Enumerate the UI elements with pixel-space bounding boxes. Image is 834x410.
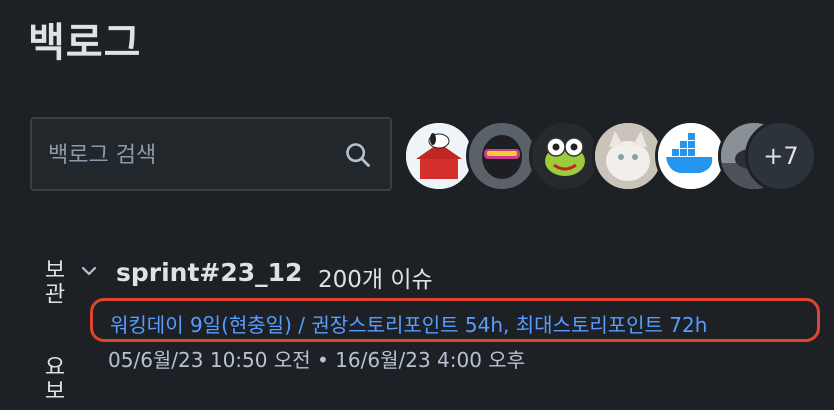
sprint-dates: 05/6월/23 10:50 오전 • 16/6월/23 4:00 오후 [108,348,526,372]
frog-avatar[interactable] [529,120,601,192]
snoopy-avatar[interactable] [403,120,475,192]
sprint-name[interactable]: sprint#23_12 [116,258,302,287]
docker-avatar[interactable] [655,120,727,192]
side-tag-bottom: 요보 [40,355,65,403]
more-avatars-button[interactable]: +7 [745,120,817,192]
cat-avatar[interactable] [592,120,664,192]
sprint-goal[interactable]: 워킹데이 9일(현충일) / 권장스토리포인트 54h, 최대스토리포인트 72… [110,309,707,338]
side-tag-top: 보관 [40,258,65,306]
issue-count: 200개 이슈 [318,267,433,293]
sprint-goal-highlight: 워킹데이 9일(현충일) / 권장스토리포인트 54h, 최대스토리포인트 72… [90,298,820,342]
search-icon[interactable] [344,141,372,169]
robot-avatar[interactable] [466,120,538,192]
page-title: 백로그 [28,20,142,66]
search-field[interactable] [30,117,392,191]
chevron-down-icon[interactable] [80,262,98,280]
search-input[interactable] [46,119,340,191]
